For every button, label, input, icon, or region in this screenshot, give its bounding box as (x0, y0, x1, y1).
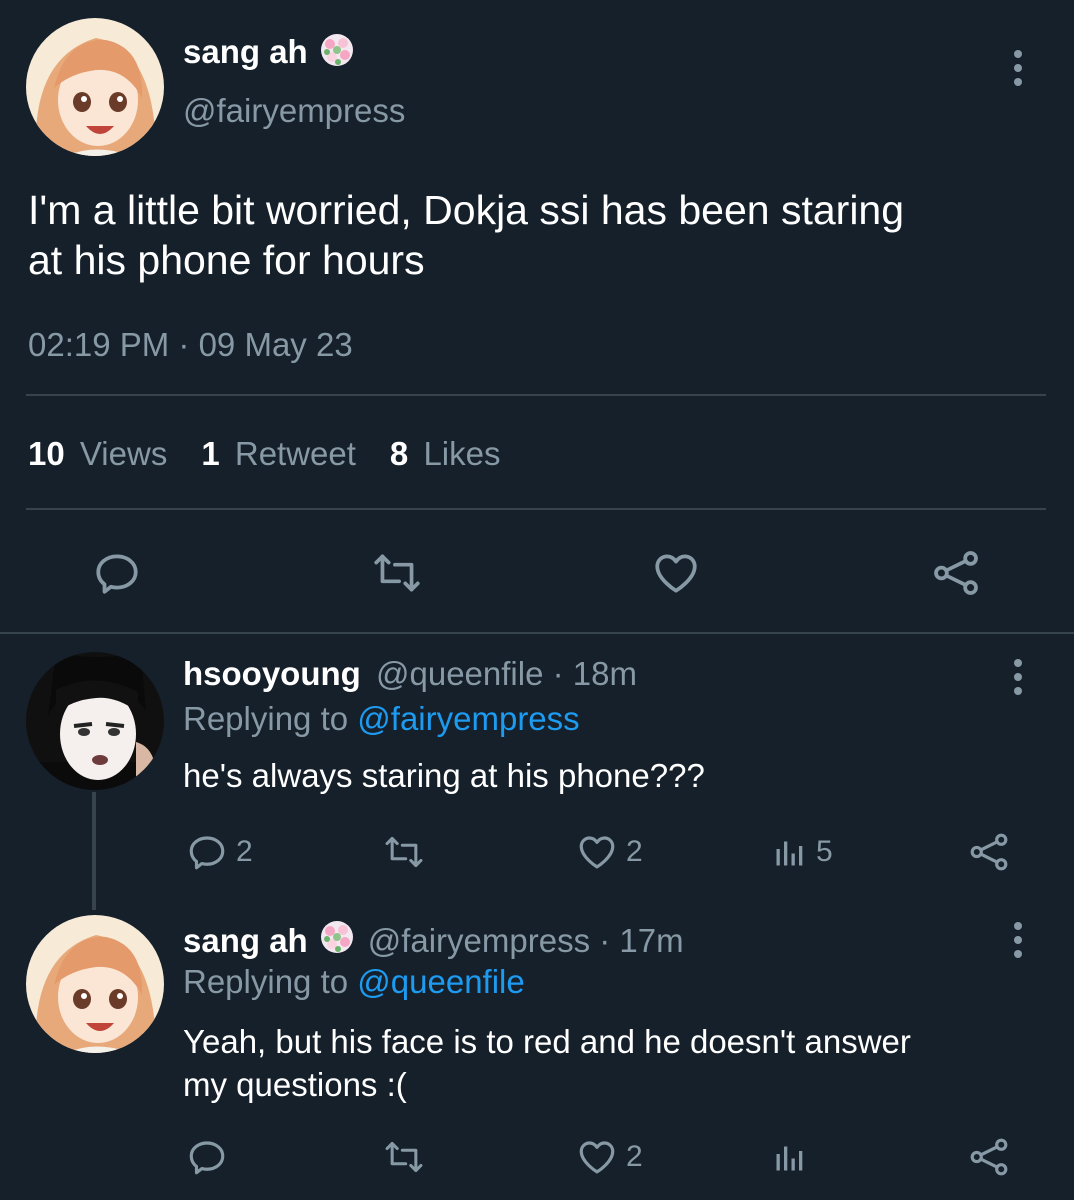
author-name[interactable]: sang ah (183, 922, 308, 960)
tweet-timestamp[interactable]: 02:19 PM · 09 May 23 (28, 326, 353, 364)
author-name[interactable]: hsooyoung (183, 655, 361, 692)
reply-header: sang ah @fairyempress · 17m (183, 918, 684, 964)
reply-text-line-1: Yeah, but his face is to red and he does… (183, 1023, 911, 1060)
avatar-sang-ah[interactable] (26, 915, 164, 1053)
views-button[interactable] (772, 1136, 816, 1178)
reply-count: 2 (236, 835, 253, 868)
retweet-icon (385, 1141, 423, 1173)
retweet-button[interactable] (382, 1136, 434, 1178)
retweets-count: 1 (201, 435, 220, 472)
replying-to-link[interactable]: @queenfile (357, 963, 524, 1000)
share-icon (970, 833, 1008, 871)
views-count: 10 (28, 435, 65, 472)
share-button[interactable] (930, 548, 982, 598)
retweet-icon (385, 836, 423, 868)
views-icon (776, 841, 803, 866)
divider (0, 632, 1074, 634)
more-options-icon[interactable] (1013, 659, 1023, 695)
views-icon (776, 1146, 803, 1171)
share-button[interactable] (968, 1136, 1010, 1178)
likes-count: 8 (389, 435, 409, 472)
divider (26, 508, 1046, 510)
more-options-icon[interactable] (1013, 50, 1023, 86)
replying-to-link[interactable]: @fairyempress (357, 700, 579, 737)
retweet-icon (374, 554, 420, 592)
reply-icon (189, 1141, 225, 1175)
replying-to-line: Replying to @fairyempress (183, 700, 580, 738)
replying-to-label: Replying to (183, 963, 349, 1000)
views-count: 5 (816, 835, 833, 868)
reply-text: he's always staring at his phone??? (183, 757, 705, 794)
share-button[interactable] (968, 831, 1010, 873)
likes-stat[interactable]: 8 Likes (390, 435, 501, 473)
reply-icon (96, 554, 138, 594)
views-stat[interactable]: 10 Views (28, 435, 167, 473)
reply-button[interactable]: 2 (186, 831, 253, 873)
replying-to-label: Replying to (183, 700, 349, 737)
avatar-sang-ah[interactable] (26, 18, 164, 156)
like-button[interactable]: 2 (576, 831, 643, 873)
author-name[interactable]: sang ah (183, 33, 308, 71)
reply-text: Yeah, but his face is to red and he does… (183, 1020, 911, 1106)
views-label: Views (79, 435, 168, 472)
like-icon (579, 1141, 615, 1174)
reply-button[interactable] (186, 1136, 236, 1178)
tweet-text-line-2: at his phone for hours (28, 237, 425, 283)
tweet-text-line-1: I'm a little bit worried, Dokja ssi has … (28, 187, 905, 233)
like-icon (579, 836, 615, 869)
share-icon (934, 551, 978, 595)
views-button[interactable]: 5 (772, 831, 833, 873)
reply-header: hsooyoung @queenfile · 18m (183, 655, 637, 693)
reply-button[interactable] (92, 548, 142, 598)
avatar-hsooyoung[interactable] (26, 652, 164, 790)
retweets-stat[interactable]: 1 Retweet (201, 435, 356, 473)
like-icon (655, 554, 697, 593)
flower-emoji-icon (318, 31, 356, 74)
reply-text-line-2: my questions :( (183, 1066, 407, 1103)
reply-meta[interactable]: @fairyempress · 17m (368, 922, 684, 960)
tweet-stats: 10 Views 1 Retweet 8 Likes (28, 435, 501, 473)
retweet-button[interactable] (370, 548, 424, 598)
like-count: 2 (626, 835, 643, 868)
retweets-label: Retweet (234, 435, 356, 472)
like-button[interactable]: 2 (576, 1136, 643, 1178)
replying-to-line: Replying to @queenfile (183, 963, 525, 1001)
author-handle[interactable]: @fairyempress (183, 92, 405, 130)
retweet-button[interactable] (382, 831, 434, 873)
reply-icon (189, 836, 225, 870)
share-icon (970, 1138, 1008, 1176)
flower-emoji-icon (318, 918, 356, 964)
reply-meta[interactable]: @queenfile · 18m (376, 655, 637, 692)
more-options-icon[interactable] (1013, 922, 1023, 958)
divider (26, 394, 1046, 396)
like-count: 2 (626, 1140, 643, 1173)
likes-label: Likes (423, 435, 501, 472)
tweet-text: I'm a little bit worried, Dokja ssi has … (28, 185, 904, 285)
like-button[interactable] (651, 548, 701, 598)
thread-line (92, 792, 96, 910)
